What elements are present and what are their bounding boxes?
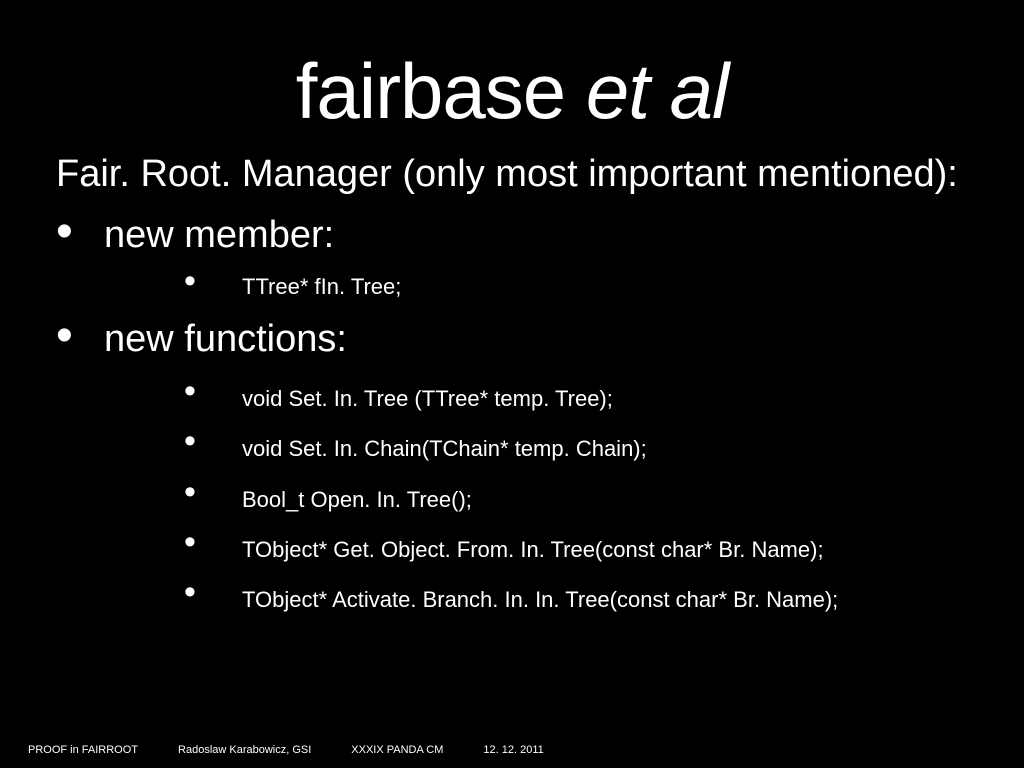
sub-list-functions: void Set. In. Tree (TTree* temp. Tree); …: [104, 362, 968, 614]
subtitle: Fair. Root. Manager (only most important…: [0, 130, 1024, 196]
footer-left: PROOF in FAIRROOT: [28, 744, 138, 756]
slide-title: fairbase et al: [0, 0, 1024, 130]
footer-date: 12. 12. 2011: [483, 744, 543, 756]
title-italic: et al: [586, 47, 728, 135]
bullet-list: new member: TTree* fIn. Tree; new functi…: [0, 196, 1024, 614]
title-normal: fairbase: [296, 47, 586, 135]
bullet-new-functions: new functions: void Set. In. Tree (TTree…: [56, 300, 968, 614]
bullet-label: new member:: [104, 214, 334, 256]
sub-item: TObject* Get. Object. From. In. Tree(con…: [184, 513, 968, 563]
sub-item: Bool_t Open. In. Tree();: [184, 463, 968, 513]
sub-item: void Set. In. Tree (TTree* temp. Tree);: [184, 362, 968, 412]
footer-author: Radoslaw Karabowicz, GSI: [178, 744, 311, 756]
footer: PROOF in FAIRROOT Radoslaw Karabowicz, G…: [0, 744, 1024, 756]
slide: fairbase et al Fair. Root. Manager (only…: [0, 0, 1024, 768]
sub-item: TTree* fIn. Tree;: [184, 258, 968, 300]
footer-event: XXXIX PANDA CM: [351, 744, 443, 756]
bullet-new-member: new member: TTree* fIn. Tree;: [56, 196, 968, 300]
bullet-label: new functions:: [104, 318, 347, 360]
sub-list-member: TTree* fIn. Tree;: [104, 258, 968, 300]
sub-item: TObject* Activate. Branch. In. In. Tree(…: [184, 563, 968, 613]
sub-item: void Set. In. Chain(TChain* temp. Chain)…: [184, 412, 968, 462]
